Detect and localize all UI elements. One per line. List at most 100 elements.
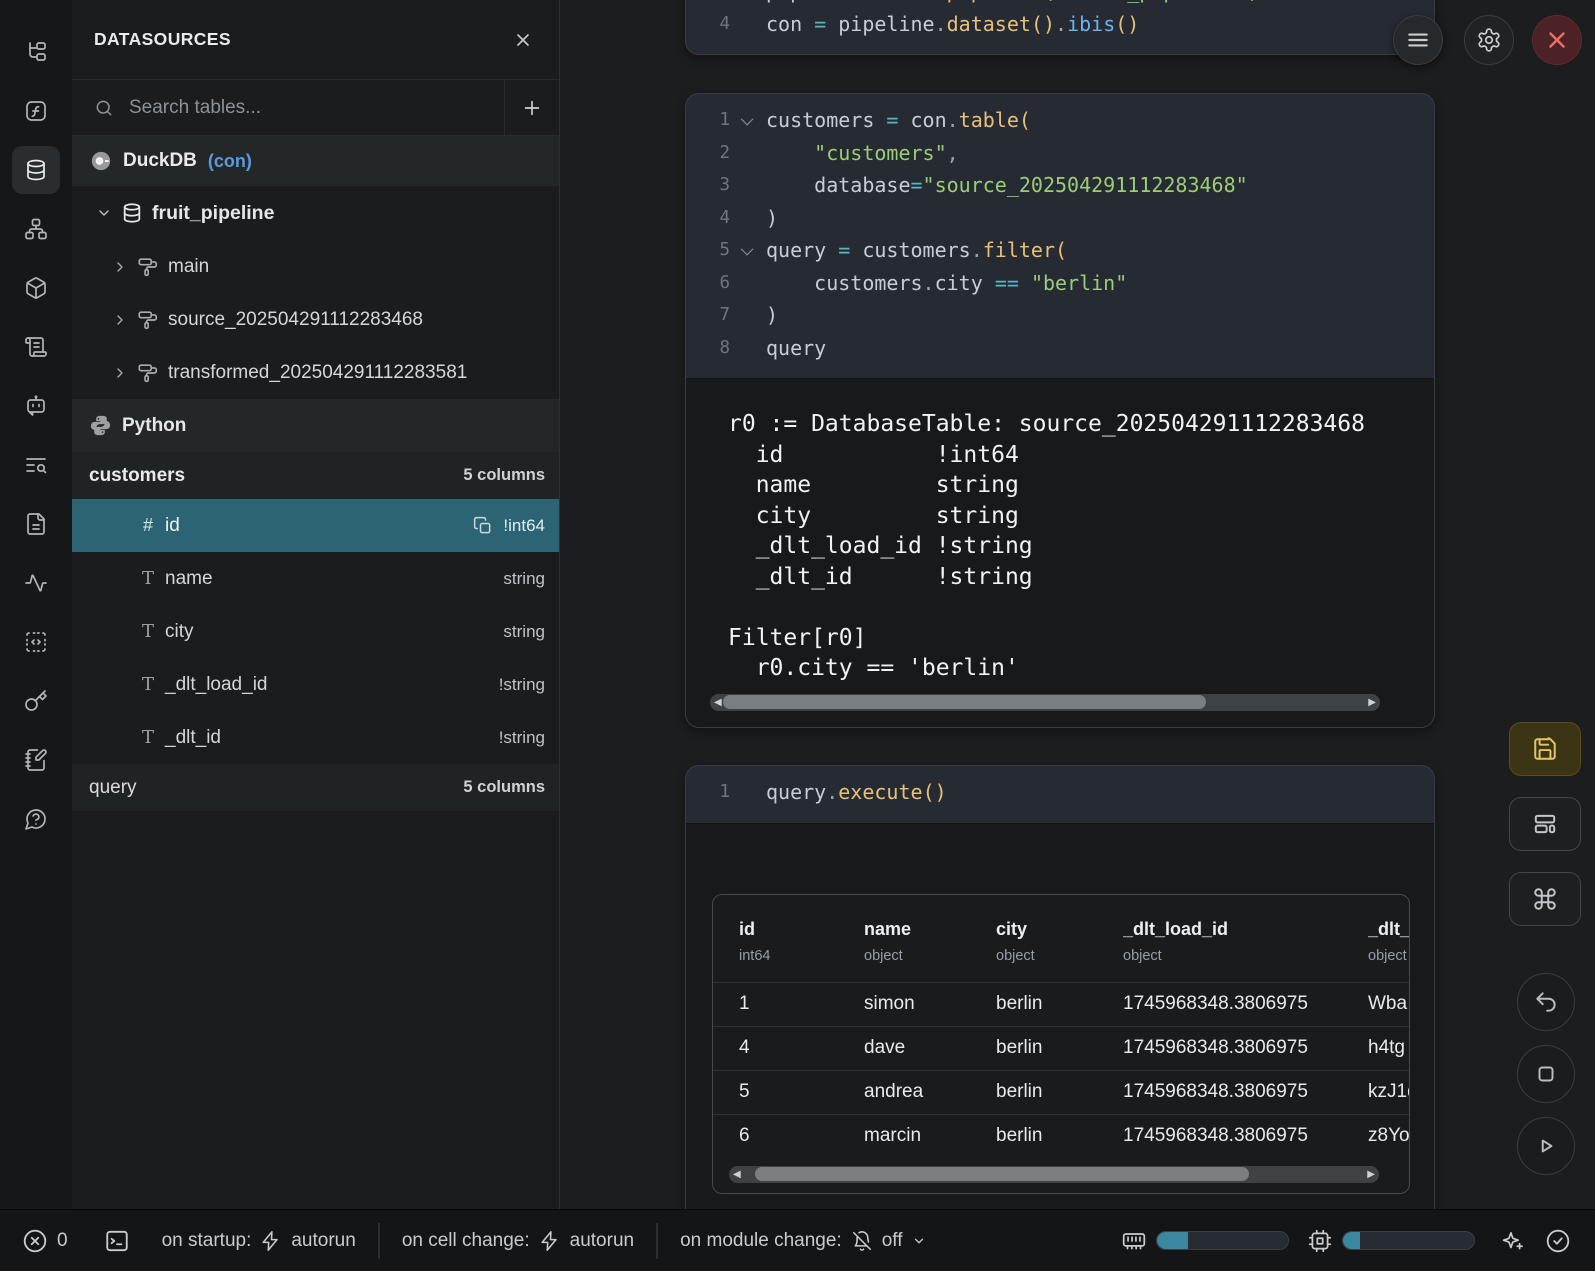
table-header-customers[interactable]: customers 5 columns — [72, 452, 559, 499]
cell-query[interactable]: 1customers = con.table(2 "customers",3 d… — [685, 93, 1435, 728]
terminal-button[interactable] — [104, 1228, 130, 1254]
search-icon — [94, 98, 114, 118]
datasources-icon[interactable] — [12, 146, 60, 194]
save-button[interactable] — [1509, 722, 1581, 776]
ai-chat-icon[interactable] — [12, 382, 60, 430]
layout-toggle-button[interactable] — [1509, 797, 1581, 851]
text-search-icon[interactable] — [12, 441, 60, 489]
column-row-dlt-id[interactable]: T _dlt_id !string — [72, 711, 559, 764]
on-cell-change-setting[interactable]: on cell change: autorun — [402, 1230, 634, 1252]
logs-icon[interactable] — [12, 323, 60, 371]
add-datasource-button[interactable] — [504, 80, 559, 135]
result-column-header[interactable]: _dlt_idobject — [1368, 919, 1410, 964]
memory-icon — [1121, 1228, 1147, 1254]
table-name: query — [89, 777, 137, 799]
column-type: !string — [499, 675, 545, 695]
settings-gear-icon[interactable] — [1464, 15, 1514, 65]
dependencies-icon[interactable] — [12, 205, 60, 253]
copy-icon[interactable] — [473, 516, 493, 536]
run-all-button[interactable] — [1517, 1117, 1575, 1175]
scrollbar-thumb[interactable] — [723, 695, 1205, 709]
zap-icon — [260, 1230, 282, 1252]
horizontal-scrollbar[interactable]: ◀ ▶ — [710, 694, 1380, 711]
tree-database-label: fruit_pipeline — [152, 202, 274, 225]
command-palette-button[interactable] — [1509, 872, 1581, 926]
tree-schema-transformed[interactable]: transformed_202504291112283581 — [72, 346, 559, 399]
table-row[interactable]: 6marcinberlin1745968348.3806975z8Yo — [713, 1114, 1409, 1158]
tree-schema-label: source_202504291112283468 — [168, 309, 423, 331]
undo-button[interactable] — [1517, 973, 1575, 1031]
schema-icon — [137, 256, 159, 278]
cell-setup[interactable]: 3pipeline = dlt.pipeline("fruit_pipeline… — [685, 0, 1435, 55]
table-row[interactable]: 5andreaberlin1745968348.3806975kzJ1d — [713, 1070, 1409, 1114]
help-icon[interactable] — [12, 795, 60, 843]
result-column-header[interactable]: idint64 — [713, 919, 864, 964]
column-row-city[interactable]: T city string — [72, 605, 559, 658]
schema-icon — [137, 309, 159, 331]
close-panel-icon[interactable] — [513, 30, 533, 50]
scroll-right-arrow[interactable]: ▶ — [1363, 1166, 1379, 1183]
scratchpad-icon[interactable] — [12, 736, 60, 784]
secrets-icon[interactable] — [12, 677, 60, 725]
table-column-count: 5 columns — [463, 466, 545, 485]
column-row-dlt-load-id[interactable]: T _dlt_load_id !string — [72, 658, 559, 711]
ai-sparkles-icon[interactable] — [1499, 1228, 1525, 1254]
stop-button[interactable] — [1517, 1045, 1575, 1103]
tree-schema-main[interactable]: main — [72, 240, 559, 293]
scroll-right-arrow[interactable]: ▶ — [1364, 694, 1380, 711]
chevron-down-icon — [96, 205, 112, 221]
database-icon — [121, 202, 143, 224]
column-row-id[interactable]: # id !int64 — [72, 499, 559, 552]
documentation-icon[interactable] — [12, 500, 60, 548]
result-column-header[interactable]: _dlt_load_idobject — [1123, 919, 1368, 964]
cpu-icon — [1307, 1228, 1333, 1254]
result-column-header[interactable]: cityobject — [996, 919, 1123, 964]
on-module-change-setting[interactable]: on module change: off — [680, 1230, 925, 1252]
column-type: string — [503, 622, 545, 642]
result-column-header[interactable]: nameobject — [864, 919, 996, 964]
column-type: string — [503, 569, 545, 589]
bell-off-icon — [851, 1230, 873, 1252]
tree-schema-label: main — [168, 256, 209, 278]
search-input[interactable] — [129, 97, 482, 119]
scroll-left-arrow[interactable]: ◀ — [729, 1166, 745, 1183]
table-row[interactable]: 4daveberlin1745968348.3806975h4tg — [713, 1026, 1409, 1070]
scrollbar-thumb[interactable] — [755, 1167, 1249, 1181]
ibis-expression-output: r0 := DatabaseTable: source_202504291112… — [686, 409, 1434, 684]
table-row[interactable]: 1simonberlin1745968348.3806975Wba — [713, 982, 1409, 1026]
errors-indicator[interactable]: 0 — [22, 1228, 68, 1254]
tracing-icon[interactable] — [12, 559, 60, 607]
table-name: customers — [89, 465, 185, 487]
text-type-icon: T — [135, 621, 161, 642]
code-editor[interactable]: 1query.execute() — [686, 766, 1434, 823]
tree-database-fruit_pipeline[interactable]: fruit_pipeline — [72, 186, 559, 240]
column-row-name[interactable]: T name string — [72, 552, 559, 605]
horizontal-scrollbar[interactable]: ◀ ▶ — [729, 1166, 1379, 1183]
connection-duckdb[interactable]: DuckDB (con) — [72, 136, 559, 186]
python-section: Python — [72, 399, 559, 452]
packages-icon[interactable] — [12, 264, 60, 312]
cell-output: r0 := DatabaseTable: source_202504291112… — [686, 378, 1434, 727]
snippets-icon[interactable] — [12, 618, 60, 666]
connection-status-check-icon[interactable] — [1545, 1228, 1571, 1254]
python-icon — [89, 414, 112, 437]
functions-icon[interactable] — [12, 87, 60, 135]
cell-menu-button[interactable] — [1393, 15, 1443, 65]
column-type: !string — [499, 728, 545, 748]
text-type-icon: T — [135, 568, 161, 589]
text-type-icon: T — [135, 674, 161, 695]
tree-schema-source[interactable]: source_202504291112283468 — [72, 293, 559, 346]
file-tree-icon[interactable] — [12, 28, 60, 76]
code-editor[interactable]: 1customers = con.table(2 "customers",3 d… — [686, 94, 1434, 378]
x-circle-icon — [22, 1228, 48, 1254]
table-header-query[interactable]: query 5 columns — [72, 764, 559, 811]
on-startup-setting[interactable]: on startup: autorun — [162, 1230, 356, 1252]
duckdb-logo-icon — [90, 150, 112, 172]
cell-execute[interactable]: 1query.execute() idint64nameobjectcityob… — [685, 765, 1435, 1245]
memory-usage-meter — [1156, 1231, 1289, 1250]
text-type-icon: T — [135, 727, 161, 748]
shutdown-close-button[interactable] — [1532, 15, 1582, 65]
code-editor[interactable]: 3pipeline = dlt.pipeline("fruit_pipeline… — [686, 0, 1434, 54]
error-count: 0 — [57, 1230, 68, 1252]
status-bar: 0 on startup: autorun on cell change: au… — [0, 1209, 1595, 1271]
